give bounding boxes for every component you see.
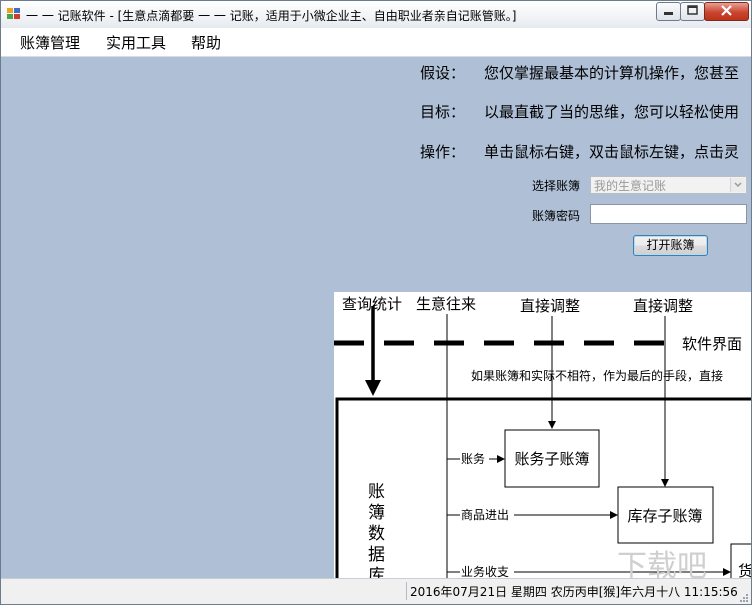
open-ledger-button[interactable]: 打开账簿 <box>633 235 708 256</box>
branch-label-income: 业务收支 <box>461 564 509 578</box>
ledger-select-label: 选择账簿 <box>532 179 581 193</box>
maximize-icon <box>687 5 698 15</box>
db-char: 数 <box>368 524 385 544</box>
window-title: 一 一 记账软件 - [生意点滴都要 一 一 记账，适用于小微企业主、自由职业者… <box>26 9 517 23</box>
status-bar: 2016年07月21日 星期四 农历丙申[猴]年六月十八 11:15:56 <box>1 578 751 604</box>
workflow-diagram: 查询统计 生意往来 直接调整 直接调整 软件界面 如果账簿和实际不相符，作为最后… <box>334 292 751 578</box>
db-char: 库 <box>368 566 385 578</box>
app-icon <box>7 8 21 20</box>
db-char: 账 <box>368 482 385 502</box>
menu-help[interactable]: 帮助 <box>191 32 221 53</box>
branch-label-accounts: 账务 <box>461 451 485 466</box>
maximize-button[interactable] <box>680 2 705 21</box>
intro-text: 您仅掌握最基本的计算机操作，您甚至 <box>484 64 740 82</box>
label-direct-adjust-1: 直接调整 <box>520 297 580 315</box>
intro-label: 目标： <box>420 103 466 121</box>
intro-text: 以最直截了当的思维，您可以轻松使用 <box>484 103 740 121</box>
db-char: 簿 <box>368 503 385 523</box>
menu-bar: 账簿管理 实用工具 帮助 <box>1 28 751 57</box>
intro-text: 单击鼠标右键，双击鼠标左键，点击灵 <box>484 143 740 161</box>
password-field[interactable] <box>590 204 747 224</box>
intro-assumption: 假设： 您仅掌握最基本的计算机操作，您甚至 <box>420 62 739 83</box>
box-accounts-label: 账务子账簿 <box>514 450 589 468</box>
password-label: 账簿密码 <box>532 209 581 223</box>
minimize-button[interactable] <box>656 2 681 21</box>
branch-label-goods: 商品进出 <box>461 507 509 522</box>
status-datetime: 2016年07月21日 星期四 农历丙申[猴]年六月十八 11:15:56 <box>410 585 738 599</box>
diagram-canvas: 查询统计 生意往来 直接调整 直接调整 软件界面 如果账簿和实际不相符，作为最后… <box>334 295 751 578</box>
label-business-dealings: 生意往来 <box>416 295 476 313</box>
intro-goal: 目标： 以最直截了当的思维，您可以轻松使用 <box>420 101 739 122</box>
box-inventory-label: 库存子账簿 <box>627 507 702 525</box>
close-icon <box>721 5 732 16</box>
title-bar[interactable]: 一 一 记账软件 - [生意点滴都要 一 一 记账，适用于小微企业主、自由职业者… <box>1 1 751 28</box>
ledger-select[interactable]: 我的生意记账 <box>590 176 747 194</box>
resize-grip-icon[interactable] <box>739 593 749 603</box>
label-software-ui: 软件界面 <box>682 335 742 353</box>
db-char: 据 <box>368 545 385 565</box>
query-arrow-head <box>365 380 381 396</box>
intro-label: 假设： <box>420 64 466 82</box>
menu-utilities[interactable]: 实用工具 <box>106 32 166 53</box>
intro-label: 操作： <box>420 143 466 161</box>
minimize-icon <box>664 12 673 15</box>
chevron-down-icon[interactable] <box>730 178 745 192</box>
main-window: 一 一 记账软件 - [生意点滴都要 一 一 记账，适用于小微企业主、自由职业者… <box>0 0 752 605</box>
intro-operation: 操作： 单击鼠标右键，双击鼠标左键，点击灵 <box>420 141 739 162</box>
menu-ledger-management[interactable]: 账簿管理 <box>20 32 80 53</box>
close-button[interactable] <box>704 2 749 21</box>
adjust-note: 如果账簿和实际不相符，作为最后的手段，直接 <box>471 368 723 383</box>
ledger-select-value: 我的生意记账 <box>594 179 667 193</box>
status-separator <box>406 582 407 600</box>
box-partial-label: 货 <box>738 562 751 578</box>
watermark: 下载吧 <box>617 549 707 578</box>
label-direct-adjust-2: 直接调整 <box>633 297 693 315</box>
